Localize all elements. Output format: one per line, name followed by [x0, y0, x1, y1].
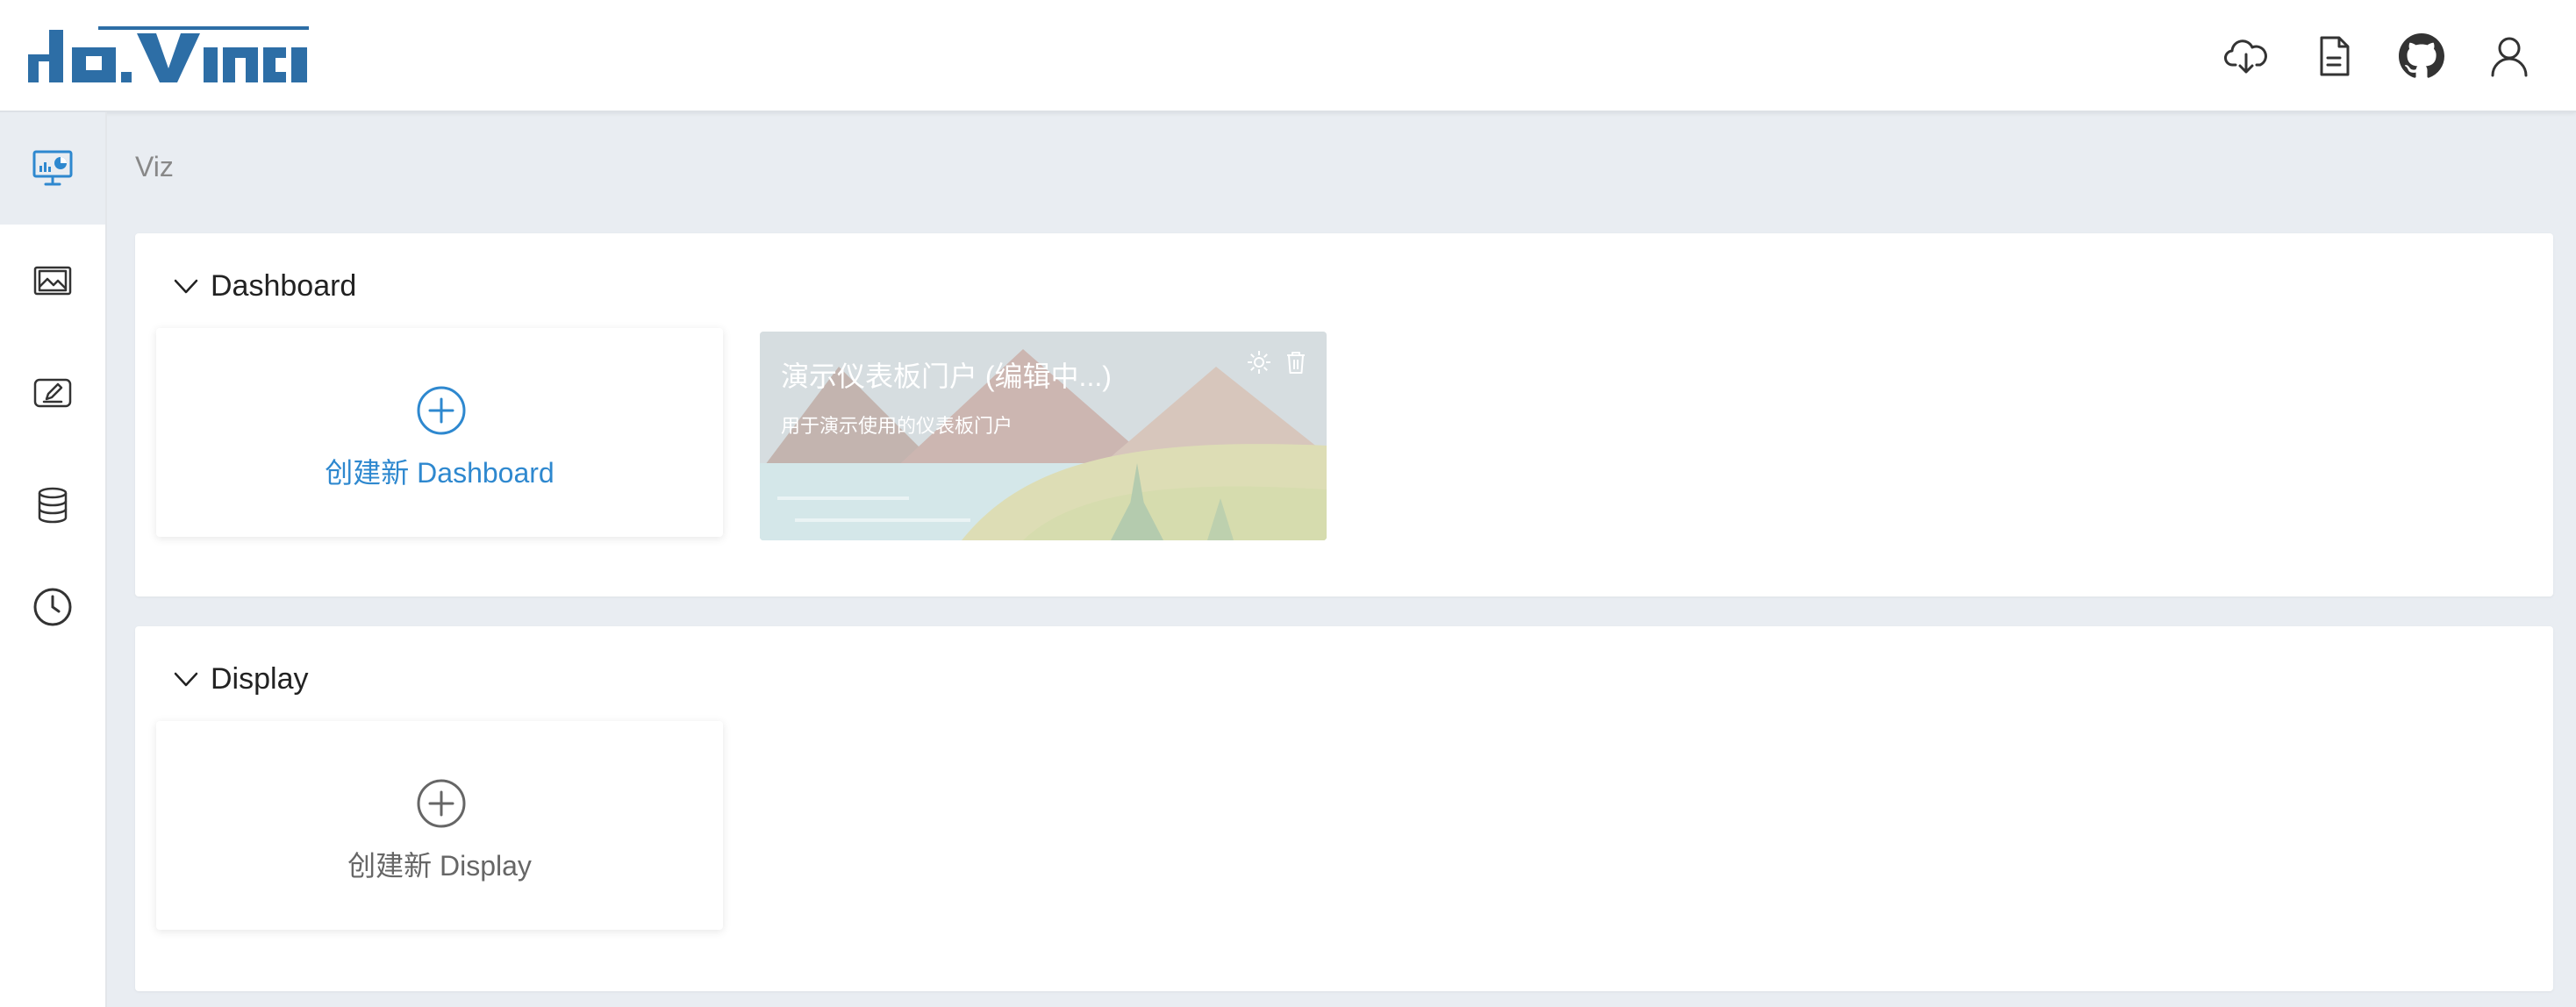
plus-circle-icon [417, 779, 466, 828]
monitor-chart-icon [32, 150, 73, 186]
dashboard-card-description: 用于演示使用的仪表板门户 [781, 415, 1013, 437]
trash-icon[interactable] [1283, 349, 1309, 375]
sidebar-item-viz[interactable] [0, 112, 105, 225]
github-icon[interactable] [2399, 33, 2444, 79]
create-display-button[interactable]: 创建新 Display [156, 721, 723, 930]
dashboard-section: Dashboard 创建新 Dashboard 演示仪表板门户 (编辑中...)… [135, 233, 2553, 596]
create-dashboard-label: 创建新 Dashboard [325, 457, 555, 489]
top-header [0, 0, 2576, 112]
chevron-down-icon [174, 672, 198, 687]
dashboard-section-toggle[interactable]: Dashboard [172, 265, 356, 307]
sidebar-item-sources[interactable] [0, 449, 105, 561]
dashboard-card[interactable]: 演示仪表板门户 (编辑中...) 用于演示使用的仪表板门户 [760, 332, 1327, 540]
section-title: Display [211, 661, 309, 696]
display-section-toggle[interactable]: Display [172, 658, 308, 700]
sidebar [0, 112, 107, 1007]
davinci-logo[interactable] [28, 26, 309, 82]
database-icon [38, 487, 68, 524]
chevron-down-icon [174, 279, 198, 294]
sidebar-item-widgets[interactable] [0, 225, 105, 337]
edit-screen-icon [33, 378, 72, 408]
section-title: Dashboard [211, 268, 357, 303]
clock-icon [33, 588, 72, 626]
display-section: Display 创建新 Display [135, 626, 2553, 991]
sidebar-item-views[interactable] [0, 337, 105, 449]
gear-icon[interactable] [1246, 349, 1272, 375]
create-display-label: 创建新 Display [347, 850, 532, 882]
image-frame-icon [33, 266, 72, 296]
dashboard-card-title: 演示仪表板门户 (编辑中...) [781, 361, 1112, 392]
page-title: Viz [135, 151, 174, 182]
document-icon[interactable] [2311, 33, 2357, 79]
user-icon[interactable] [2487, 33, 2532, 79]
create-dashboard-button[interactable]: 创建新 Dashboard [156, 328, 723, 537]
plus-circle-icon [417, 386, 466, 435]
sidebar-item-schedule[interactable] [0, 561, 105, 653]
cloud-download-icon[interactable] [2223, 33, 2269, 79]
